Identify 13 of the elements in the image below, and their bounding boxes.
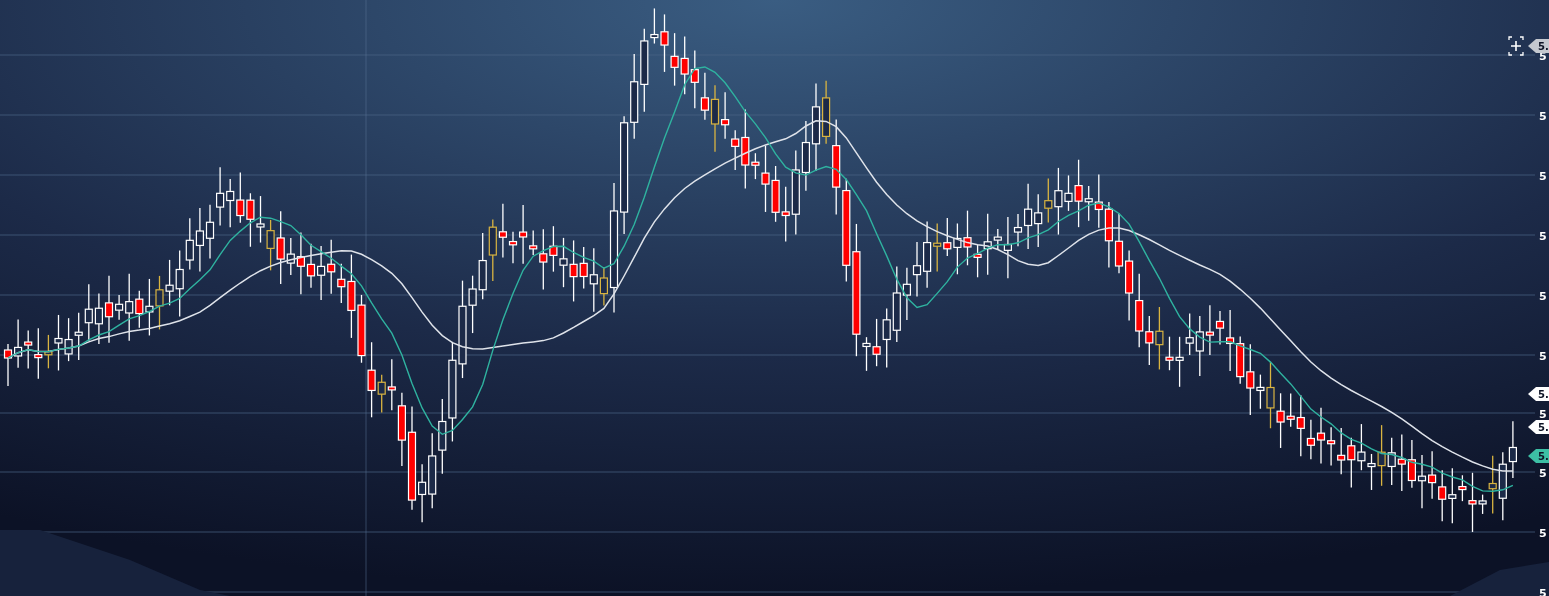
- axis-label: 5: [1539, 408, 1547, 421]
- crosshair-icon[interactable]: [1508, 36, 1524, 56]
- price-tag: 5.: [1528, 420, 1549, 434]
- axis-label: 5: [1539, 290, 1547, 303]
- axis-label: 5: [1539, 110, 1547, 123]
- axis-label: 5: [1539, 467, 1547, 480]
- price-tag: 5.: [1528, 39, 1549, 53]
- axis-label: 5: [1539, 170, 1547, 183]
- axis-label: 5: [1539, 350, 1547, 363]
- price-tag: 5.: [1528, 449, 1549, 463]
- axis-label: 5: [1539, 230, 1547, 243]
- axis-label: 5: [1539, 527, 1547, 540]
- price-tag: 5.: [1528, 387, 1549, 401]
